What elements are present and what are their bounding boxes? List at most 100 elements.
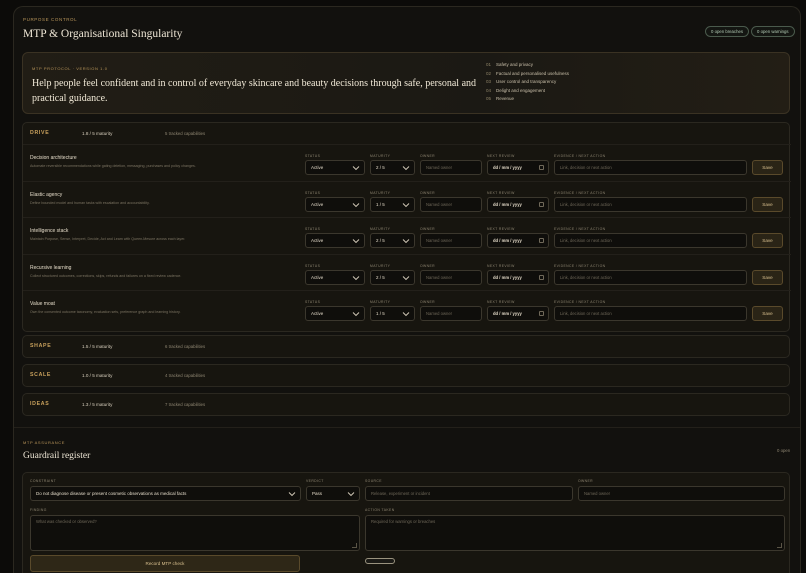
chevron-down-icon (352, 275, 360, 280)
maturity-select[interactable]: 2 / 5 (370, 233, 415, 249)
app-window: PURPOSE CONTROL MTP & Organisational Sin… (13, 6, 801, 573)
scroll-indicator[interactable] (365, 558, 395, 564)
status-select[interactable]: Active (305, 306, 365, 322)
record-mtp-check-button[interactable]: Record MTP check (30, 555, 300, 572)
next-review-date-input[interactable]: dd / mm / yyyy (487, 233, 549, 249)
guardrail-form: CONSTRAINT Do not diagnose disease or pr… (22, 472, 790, 573)
evidence-label: EVIDENCE / NEXT ACTION (554, 154, 606, 158)
maturity-select[interactable]: 1 / 5 (370, 306, 415, 322)
owner-input[interactable]: Named owner (420, 306, 482, 322)
chevron-down-icon (352, 202, 360, 207)
protocol-version-label: MTP PROTOCOL · VERSION 1.0 (32, 66, 108, 71)
verdict-label: VERDICT (306, 479, 324, 483)
capability-row: Decision architecture Automate reversible… (23, 144, 791, 180)
next-review-date-input[interactable]: dd / mm / yyyy (487, 306, 549, 322)
maturity-select[interactable]: 2 / 5 (370, 269, 415, 285)
evidence-input[interactable]: Link, decision or next action (554, 269, 747, 285)
next-review-label: NEXT REVIEW (487, 263, 515, 268)
open-warnings-badge[interactable]: 0 open warnings (751, 26, 795, 37)
chevron-down-icon (402, 202, 410, 207)
capability-name: Value moat (30, 301, 55, 308)
resize-handle-icon[interactable] (777, 543, 782, 548)
calendar-icon[interactable] (539, 274, 544, 280)
capability-name: Decision architecture (30, 155, 77, 161)
principle-item: 02 Factual and personalised usefulness (486, 70, 570, 76)
chevron-down-icon (288, 492, 296, 497)
mtp-statement: Help people feel confident and in contro… (32, 78, 477, 104)
constraint-label: CONSTRAINT (30, 479, 57, 483)
open-breaches-badge[interactable]: 0 open breaches (705, 26, 750, 37)
maturity-select[interactable]: 1 / 5 (370, 196, 415, 212)
next-review-label: NEXT REVIEW (487, 227, 515, 232)
capability-name: Elastic agency (30, 191, 63, 198)
maturity-label: MATURITY (370, 300, 391, 305)
capability-row: Elastic agency Define bounded model and h… (23, 180, 791, 217)
chevron-down-icon (402, 275, 410, 280)
capability-description: Maintain Purpose, Sense, Interpret, Deci… (30, 237, 186, 242)
maturity-select[interactable]: 2 / 5 (370, 160, 415, 175)
guardrail-owner-input[interactable]: Named owner (578, 486, 785, 501)
chevron-down-icon (402, 166, 410, 171)
section-shape[interactable]: SHAPE 1.5 / 5 maturity 6 tracked capabil… (22, 335, 790, 358)
save-button[interactable]: Save (752, 160, 783, 175)
principle-item: 01 Safety and privacy (486, 62, 534, 67)
calendar-icon[interactable] (539, 238, 544, 244)
save-button[interactable]: Save (752, 269, 783, 285)
guardrail-eyebrow: MTP ASSURANCE (23, 440, 65, 445)
finding-label: FINDING (30, 508, 47, 512)
chevron-down-icon (402, 312, 410, 317)
status-select[interactable]: Active (305, 233, 365, 249)
next-review-date-input[interactable]: dd / mm / yyyy (487, 269, 549, 285)
evidence-input[interactable]: Link, decision or next action (554, 196, 747, 212)
owner-label: OWNER (420, 154, 435, 158)
verdict-select[interactable]: Pass (306, 486, 360, 501)
section-ideas[interactable]: IDEAS 1.3 / 5 maturity 7 tracked capabil… (22, 393, 790, 416)
owner-input[interactable]: Named owner (420, 196, 482, 212)
principle-item: 04 Delight and engagement (486, 87, 546, 93)
next-review-date-input[interactable]: dd / mm / yyyy (487, 196, 549, 212)
capability-description: Collect structured outcomes, corrections… (30, 273, 182, 278)
resize-handle-icon[interactable] (352, 543, 357, 548)
capability-row: Intelligence stack Maintain Purpose, Sens… (23, 217, 791, 253)
status-select[interactable]: Active (305, 196, 365, 212)
maturity-label: MATURITY (370, 154, 391, 158)
status-label: STATUS (305, 154, 321, 158)
section-drive-header[interactable]: DRIVE 1.8 / 5 maturity 5 tracked capabil… (23, 123, 789, 144)
next-review-label: NEXT REVIEW (487, 154, 515, 158)
chevron-down-icon (352, 239, 360, 244)
owner-input[interactable]: Named owner (420, 269, 482, 285)
owner-input[interactable]: Named owner (420, 233, 482, 249)
constraint-select[interactable]: Do not diagnose disease or present cosme… (30, 486, 301, 501)
section-scale[interactable]: SCALE 1.0 / 5 maturity 4 tracked capabil… (22, 364, 790, 387)
principles-list: 01 Safety and privacy 02 Factual and perso… (486, 61, 569, 104)
principle-item: 03 User control and transparency (486, 79, 557, 84)
next-review-date-input[interactable]: dd / mm / yyyy (487, 160, 549, 175)
save-button[interactable]: Save (752, 233, 783, 249)
action-textarea[interactable]: Required for warnings or breaches (365, 515, 785, 551)
owner-input[interactable]: Named owner (420, 160, 482, 175)
maturity-label: MATURITY (370, 263, 391, 268)
divider (14, 427, 800, 428)
calendar-icon[interactable] (539, 311, 544, 317)
maturity-label: MATURITY (370, 190, 391, 195)
status-label: STATUS (305, 300, 321, 305)
calendar-icon[interactable] (539, 201, 544, 207)
calendar-icon[interactable] (539, 165, 544, 170)
evidence-input[interactable]: Link, decision or next action (554, 160, 747, 175)
evidence-input[interactable]: Link, decision or next action (554, 233, 747, 249)
save-button[interactable]: Save (752, 196, 783, 212)
action-label: ACTION TAKEN (365, 508, 395, 512)
capability-name: Recursive learning (30, 264, 72, 271)
next-review-label: NEXT REVIEW (487, 190, 515, 195)
guardrail-open-count: 0 open (777, 448, 791, 453)
status-select[interactable]: Active (305, 269, 365, 285)
guardrail-title: Guardrail register (23, 451, 91, 461)
save-button[interactable]: Save (752, 306, 783, 322)
status-select[interactable]: Active (305, 160, 365, 175)
chevron-down-icon (352, 166, 360, 171)
status-label: STATUS (305, 227, 321, 232)
evidence-input[interactable]: Link, decision or next action (554, 306, 747, 322)
finding-textarea[interactable]: What was checked or observed? (30, 515, 360, 551)
source-input[interactable]: Release, experiment or incident (365, 486, 573, 501)
capability-description: Own the consented outcome taxonomy, eval… (30, 310, 181, 315)
